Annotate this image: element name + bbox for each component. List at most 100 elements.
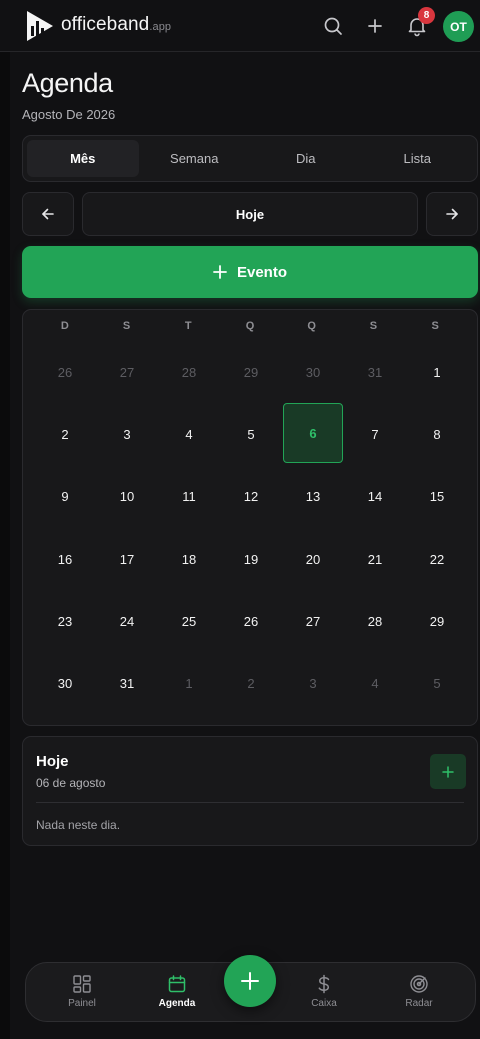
new-event-button[interactable]: Evento [22,246,478,298]
calendar-day[interactable]: 5 [406,652,468,714]
calendar-day[interactable]: 2 [220,652,282,714]
add-event-button[interactable] [430,754,466,789]
empty-state-text: Nada neste dia. [36,818,121,832]
previous-month-button[interactable] [22,192,74,236]
calendar-day[interactable]: 27 [282,590,344,652]
calendar-day[interactable]: 29 [406,590,468,652]
calendar-day[interactable]: 22 [406,528,468,590]
calendar-day[interactable]: 23 [34,590,96,652]
calendar-day-number: 16 [57,551,73,567]
calendar-day-number: 1 [433,364,441,380]
calendar-day-today[interactable]: 6 [282,403,344,465]
calendar-day-number: 21 [367,551,383,567]
calendar-day-number: 9 [61,489,69,505]
today-button[interactable]: Hoje [82,192,418,236]
calendar-day[interactable]: 4 [158,403,220,465]
weekday-label: S [122,320,131,332]
calendar-day[interactable]: 28 [344,590,406,652]
search-icon[interactable] [321,14,345,38]
calendar-day[interactable]: 31 [344,341,406,403]
calendar-day-number: 5 [247,426,255,442]
nav-item-radar[interactable]: Radar [379,963,459,1023]
tab-week[interactable]: Semana [139,140,251,177]
calendar-day-number: 31 [119,676,135,692]
calendar-day[interactable]: 13 [282,466,344,528]
calendar-day[interactable]: 25 [158,590,220,652]
plus-icon[interactable] [363,14,387,38]
calendar-day-number: 24 [119,613,135,629]
nav-item-caixa[interactable]: Caixa [284,963,364,1023]
calendar-day[interactable]: 24 [96,590,158,652]
view-tabs: Mês Semana Dia Lista [22,135,478,182]
calendar-day[interactable]: 30 [34,652,96,714]
arrow-right-icon [446,208,458,220]
calendar-day[interactable]: 2 [34,403,96,465]
calendar-day[interactable]: 15 [406,466,468,528]
calendar-day-number: 14 [367,489,383,505]
tab-list[interactable]: Lista [362,140,474,177]
dashboard-icon [73,975,91,993]
tab-day[interactable]: Dia [250,140,362,177]
nav-item-agenda[interactable]: Agenda [137,963,217,1023]
weekday-label: S [369,320,378,332]
calendar-day[interactable]: 27 [96,341,158,403]
calendar-day-number: 1 [185,676,193,692]
weekday-label: S [431,320,439,332]
calendar-day[interactable]: 21 [344,528,406,590]
calendar-day-number: 26 [243,613,259,629]
calendar-day[interactable]: 16 [34,528,96,590]
calendar-day[interactable]: 14 [344,466,406,528]
calendar-day[interactable]: 31 [96,652,158,714]
calendar-icon [168,975,186,993]
calendar-day[interactable]: 3 [282,652,344,714]
nav-item-label: Agenda [158,998,196,1009]
calendar-day[interactable]: 11 [158,466,220,528]
user-avatar[interactable]: OT [443,11,474,42]
calendar-day[interactable]: 8 [406,403,468,465]
calendar-day[interactable]: 12 [220,466,282,528]
calendar-day-number: 22 [429,551,445,567]
calendar-day-number: 6 [309,425,317,441]
arrow-left-icon [42,208,54,220]
calendar-day-number: 4 [185,426,193,442]
dollar-icon [318,974,330,994]
calendar-day[interactable]: 3 [96,403,158,465]
calendar-day[interactable]: 17 [96,528,158,590]
calendar-day[interactable]: 26 [220,590,282,652]
calendar-day[interactable]: 10 [96,466,158,528]
logo-name: officeband [61,14,150,35]
plus-icon [241,972,259,990]
next-month-button[interactable] [426,192,478,236]
calendar-day-number: 30 [57,676,73,692]
selected-day-panel: Hoje 06 de agosto Nada neste dia. [22,736,478,846]
calendar-day[interactable]: 1 [158,652,220,714]
calendar-day[interactable]: 9 [34,466,96,528]
radar-icon [410,975,428,993]
calendar-day[interactable]: 30 [282,341,344,403]
calendar-day[interactable]: 4 [344,652,406,714]
calendar-day[interactable]: 28 [158,341,220,403]
plus-icon [213,265,227,279]
calendar-day-number: 4 [371,676,379,692]
calendar-day-number: 29 [243,364,259,380]
nav-item-painel[interactable]: Painel [42,963,122,1023]
quick-add-button[interactable] [224,955,276,1007]
calendar-day[interactable]: 26 [34,341,96,403]
calendar-day-number: 10 [119,489,135,505]
calendar-day-number: 19 [243,551,259,567]
logo-icon [27,11,53,41]
calendar-day-number: 25 [181,613,197,629]
calendar-day[interactable]: 7 [344,403,406,465]
notification-badge: 8 [418,7,435,24]
calendar-day[interactable]: 18 [158,528,220,590]
calendar-day[interactable]: 5 [220,403,282,465]
calendar-day[interactable]: 1 [406,341,468,403]
calendar-day-number: 8 [433,426,441,442]
nav-item-label: Radar [405,998,433,1009]
calendar-day[interactable]: 29 [220,341,282,403]
new-event-label: Evento [236,263,287,281]
calendar-day[interactable]: 20 [282,528,344,590]
tab-month[interactable]: Mês [27,140,139,177]
calendar-day-number: 7 [371,426,379,442]
calendar-day[interactable]: 19 [220,528,282,590]
